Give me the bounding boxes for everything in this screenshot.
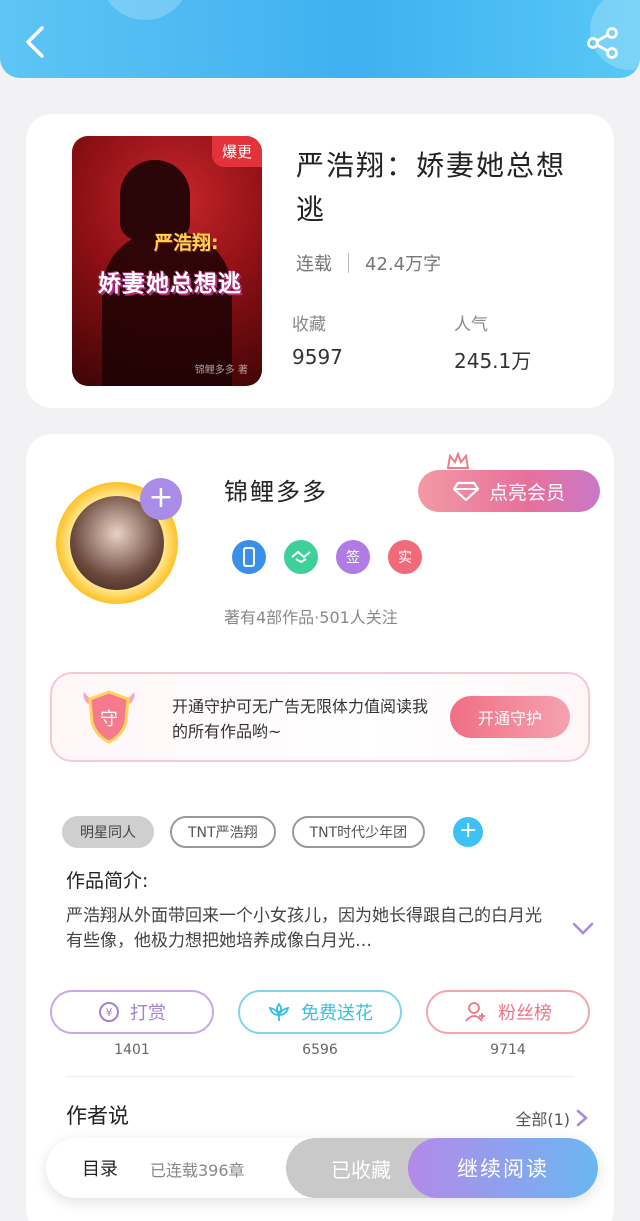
follow-plus-button[interactable]: + bbox=[140, 478, 182, 520]
action-row: ¥ 打赏 1401 免费送花 6596 粉丝榜 9714 bbox=[50, 990, 590, 1058]
shield-text: 守 bbox=[100, 709, 118, 730]
tag-item[interactable]: TNT严浩翔 bbox=[170, 816, 276, 848]
guard-banner[interactable]: 守 开通守护可无广告无限体力值阅读我的所有作品哟~ 开通守护 bbox=[50, 672, 590, 762]
guard-text: 开通守护可无广告无限体力值阅读我的所有作品哟~ bbox=[172, 697, 429, 741]
book-word-count: 42.4万字 bbox=[365, 254, 442, 275]
fans-icon bbox=[465, 1002, 485, 1022]
share-button[interactable] bbox=[586, 26, 620, 60]
chevron-left-icon bbox=[26, 26, 44, 58]
author-says-all-link[interactable]: 全部(1) bbox=[515, 1106, 588, 1130]
book-info-card: 爆更 严浩翔: 娇妻她总想逃 锦鲤多多 著 严浩翔：娇妻她总想逃 连载 42.4… bbox=[26, 114, 614, 408]
reward-action: ¥ 打赏 1401 bbox=[50, 990, 214, 1058]
reward-count: 1401 bbox=[114, 1042, 150, 1058]
add-tag-button[interactable]: + bbox=[453, 817, 484, 847]
reward-button[interactable]: ¥ 打赏 bbox=[50, 990, 214, 1034]
phone-badge-icon[interactable] bbox=[232, 540, 266, 574]
author-says-label: 作者说 bbox=[66, 1104, 129, 1128]
book-cover[interactable]: 爆更 严浩翔: 娇妻她总想逃 锦鲤多多 著 bbox=[72, 136, 262, 386]
book-status: 连载 bbox=[296, 254, 332, 275]
send-flower-button[interactable]: 免费送花 bbox=[238, 990, 402, 1034]
book-meta: 连载 42.4万字 bbox=[296, 250, 441, 276]
cover-signature: 锦鲤多多 著 bbox=[194, 365, 248, 376]
favorites-value: 9597 bbox=[292, 345, 343, 369]
handshake-badge-icon[interactable] bbox=[284, 540, 318, 574]
sign-badge-icon[interactable]: 签 bbox=[336, 540, 370, 574]
svg-text:¥: ¥ bbox=[106, 1006, 113, 1019]
bottom-bar: 目录 已连载396章 已收藏 继续阅读 bbox=[46, 1138, 598, 1198]
book-title: 严浩翔：娇妻她总想逃 bbox=[296, 149, 567, 226]
author-says-all-label: 全部(1) bbox=[515, 1110, 570, 1129]
crown-icon bbox=[446, 452, 470, 469]
fans-action: 粉丝榜 9714 bbox=[426, 990, 590, 1058]
handshake-icon bbox=[291, 550, 311, 564]
author-name[interactable]: 锦鲤多多 bbox=[224, 472, 328, 507]
coin-icon: ¥ bbox=[99, 1002, 119, 1022]
continue-reading-button[interactable]: 继续阅读 bbox=[408, 1138, 598, 1198]
intro-text: 严浩翔从外面带回来一个小女孩儿，因为她长得跟自己的白月光有些像，他极力想把她培养… bbox=[66, 906, 542, 951]
cover-title-small: 严浩翔: bbox=[154, 232, 219, 254]
decor-bubble bbox=[100, 0, 190, 20]
flower-count: 6596 bbox=[302, 1042, 338, 1058]
divider bbox=[66, 1076, 574, 1077]
real-badge-icon[interactable]: 实 bbox=[388, 540, 422, 574]
chevron-down-icon[interactable] bbox=[572, 922, 594, 936]
flower-action: 免费送花 6596 bbox=[238, 990, 402, 1058]
chapter-count[interactable]: 已连载396章 bbox=[150, 1157, 245, 1181]
guard-button[interactable]: 开通守护 bbox=[450, 696, 570, 738]
phone-icon bbox=[243, 547, 255, 567]
favorites-stat: 收藏 9597 bbox=[292, 310, 343, 369]
vip-button[interactable]: 点亮会员 bbox=[418, 470, 600, 512]
tag-item[interactable]: 明星同人 bbox=[62, 816, 154, 848]
reward-label: 打赏 bbox=[130, 1003, 166, 1024]
chevron-right-icon bbox=[576, 1109, 588, 1127]
share-icon bbox=[587, 27, 618, 59]
tag-item[interactable]: TNT时代少年团 bbox=[291, 816, 426, 848]
cover-title-big: 娇妻她总想逃 bbox=[98, 271, 242, 297]
back-button[interactable] bbox=[18, 22, 52, 62]
favorites-label: 收藏 bbox=[292, 315, 326, 335]
popularity-label: 人气 bbox=[454, 315, 488, 335]
meta-divider bbox=[348, 253, 349, 273]
tag-list: 明星同人 TNT严浩翔 TNT时代少年团 + bbox=[62, 816, 484, 848]
fans-count: 9714 bbox=[490, 1042, 526, 1058]
author-badges: 签 实 bbox=[232, 540, 422, 574]
fans-rank-label: 粉丝榜 bbox=[498, 1003, 552, 1024]
fans-rank-button[interactable]: 粉丝榜 bbox=[426, 990, 590, 1034]
popularity-stat: 人气 245.1万 bbox=[454, 310, 531, 374]
vip-button-label: 点亮会员 bbox=[488, 481, 565, 504]
author-card: + 锦鲤多多 点亮会员 签 实 著有4部作品·501人关注 守 开通守护可无广告… bbox=[26, 434, 614, 1221]
shield-icon: 守 bbox=[83, 690, 135, 744]
flower-icon bbox=[268, 1002, 290, 1021]
popularity-value: 245.1万 bbox=[454, 349, 532, 373]
toc-button[interactable]: 目录 bbox=[82, 1155, 118, 1181]
diamond-icon bbox=[452, 481, 479, 501]
intro-label: 作品简介: bbox=[66, 870, 149, 892]
author-stats: 著有4部作品·501人关注 bbox=[224, 608, 398, 627]
update-badge: 爆更 bbox=[211, 136, 262, 167]
send-flower-label: 免费送花 bbox=[301, 1003, 373, 1024]
top-bar bbox=[0, 0, 640, 78]
